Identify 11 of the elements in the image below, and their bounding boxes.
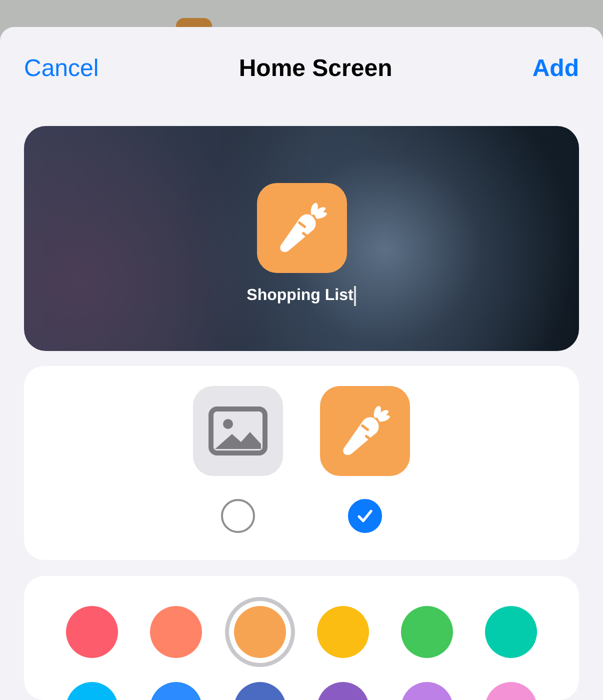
image-icon <box>208 406 268 456</box>
color-swatch[interactable] <box>234 606 286 658</box>
name-field[interactable]: Shopping List <box>246 286 356 306</box>
sheet-title: Home Screen <box>238 55 392 83</box>
cancel-button[interactable]: Cancel <box>24 55 99 83</box>
add-button[interactable]: Add <box>532 55 579 83</box>
color-swatch[interactable] <box>66 606 118 658</box>
photo-option[interactable] <box>193 386 283 476</box>
radio-button[interactable] <box>348 499 382 533</box>
radio-button[interactable] <box>221 499 255 533</box>
glyph-option[interactable] <box>320 386 410 476</box>
